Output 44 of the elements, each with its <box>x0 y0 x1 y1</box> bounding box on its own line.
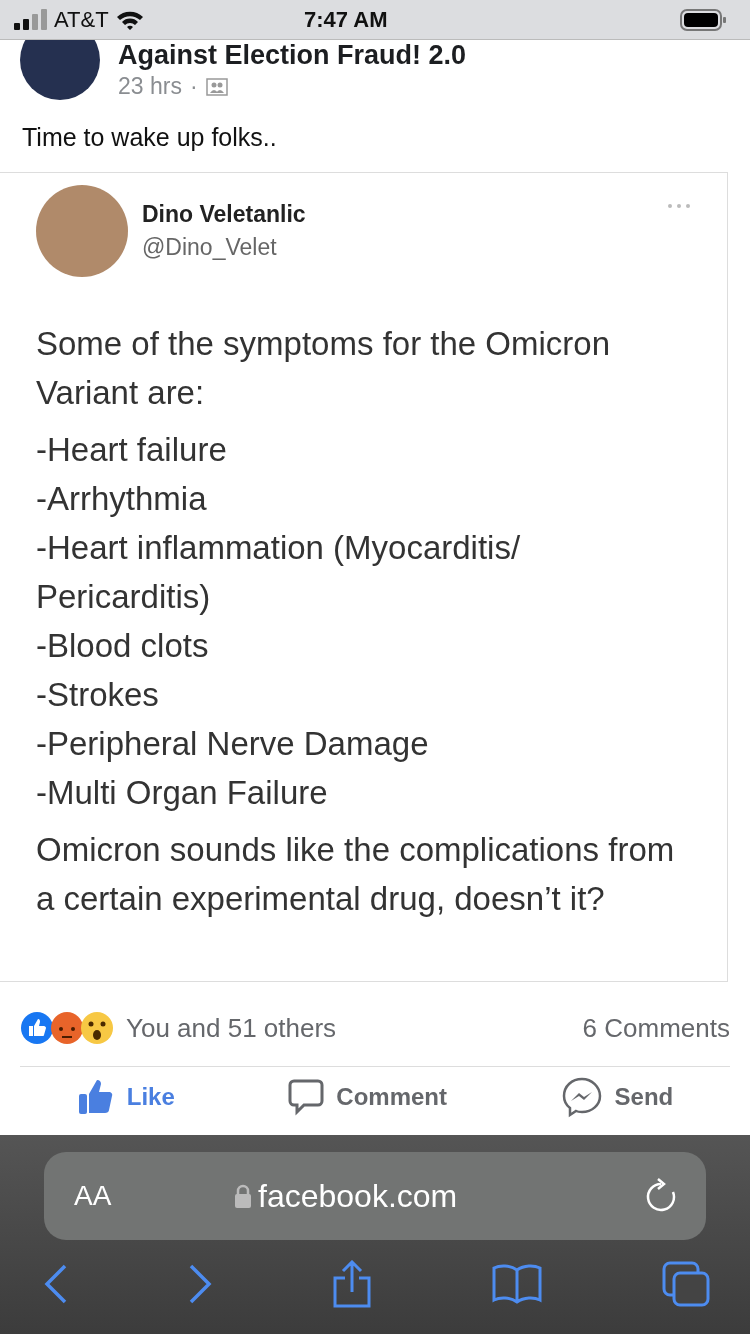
text-size-button[interactable]: AA <box>74 1180 234 1212</box>
tweet-line: Pericarditis) <box>36 577 211 617</box>
like-reaction-icon <box>20 1011 54 1045</box>
tabs-icon[interactable] <box>662 1261 710 1307</box>
tweet-line: -Strokes <box>36 675 159 715</box>
tweet-text: Omicron sounds like the complications from a certain experimental drug, doesn’t it? <box>36 830 676 919</box>
tweet-line: -Heart inflammation (Myocarditis/ <box>36 528 521 568</box>
clock-time: 7:47 AM <box>304 6 389 33</box>
lock-icon <box>234 1183 252 1209</box>
tweet-handle: @Dino_Velet <box>142 234 278 261</box>
comment-button[interactable]: Comment <box>288 1078 447 1116</box>
like-button[interactable]: Like <box>76 1078 175 1116</box>
wow-reaction-icon <box>80 1011 114 1045</box>
tweet-line: -Peripheral Nerve Damage <box>36 724 429 764</box>
angry-reaction-icon <box>50 1011 84 1045</box>
battery-icon <box>680 7 726 32</box>
messenger-icon <box>560 1076 603 1118</box>
book-icon[interactable] <box>492 1264 542 1304</box>
post-time: 23 hrs <box>118 73 182 100</box>
tweet-author: Dino Veletanlic <box>142 201 306 228</box>
reaction-summary[interactable]: You and 51 others <box>126 1012 583 1044</box>
post-caption: Time to wake up folks.. <box>21 122 278 153</box>
more-icon <box>667 203 691 209</box>
tweet-line: -Arrhythmia <box>36 479 207 519</box>
tweet-line: -Heart failure <box>36 430 227 470</box>
back-icon[interactable] <box>44 1264 68 1304</box>
share-icon[interactable] <box>332 1260 372 1308</box>
thumbs-up-icon <box>76 1078 115 1116</box>
send-button[interactable]: Send <box>560 1076 674 1118</box>
tweet-line: -Blood clots <box>36 626 209 666</box>
group-name[interactable]: Against Election Fraud! 2.0 <box>118 40 467 71</box>
reload-icon[interactable] <box>644 1178 678 1214</box>
separator-dot: · <box>189 73 198 100</box>
url-text: facebook.com <box>258 1177 458 1215</box>
forward-icon[interactable] <box>188 1264 212 1304</box>
tweet-line: -Multi Organ Failure <box>36 773 328 813</box>
group-icon <box>205 77 228 96</box>
signal-icon <box>14 8 48 31</box>
carrier-name: AT&T <box>54 6 109 33</box>
address-bar[interactable]: AA facebook.com <box>44 1152 706 1240</box>
comment-count[interactable]: 6 Comments <box>582 1012 730 1044</box>
group-avatar[interactable] <box>20 40 100 100</box>
tweet-text: Some of the symptoms for the Omicron Variant are: <box>36 324 612 413</box>
speech-bubble-icon <box>288 1078 325 1116</box>
